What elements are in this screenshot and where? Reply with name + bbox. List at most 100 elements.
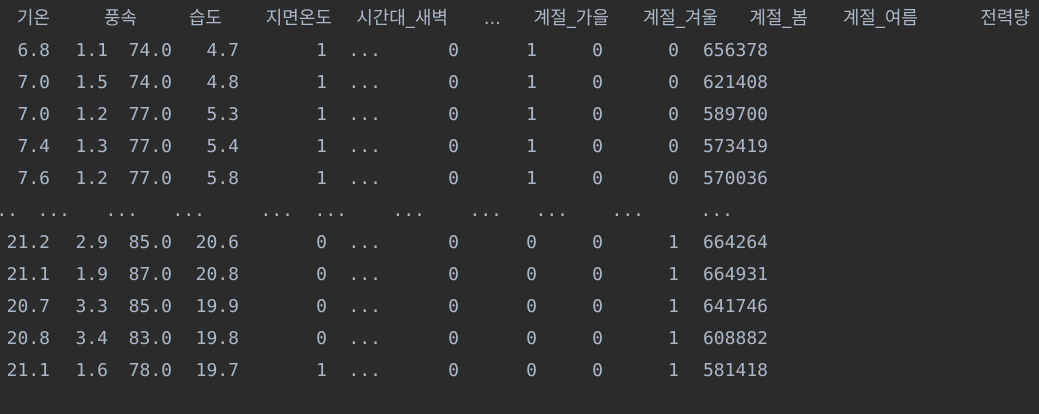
table-cell: 20.6 (195, 232, 239, 253)
table-cell: 19.7 (195, 360, 239, 381)
table-cell: 0 (592, 168, 603, 189)
table-row: 20.7 3.3 85.0 19.9 0... 0 0 0 1 641746 (0, 291, 1039, 323)
table-cell: 0 (592, 264, 603, 285)
table-cell: ... (348, 40, 381, 61)
table-cell: 589700 (702, 104, 768, 125)
table-cell: ... (348, 104, 381, 125)
table-row: 6.8 1.1 74.0 4.7 1... 0 1 0 0 656378 (0, 35, 1039, 67)
console-output: 기온 풍속 습도 지면온도 시간대_새벽... 계절_가을 계절_겨울 계절_봄 계절_여름 전력… (0, 0, 1039, 414)
table-row: 7.0 1.2 77.0 5.3 1... 0 1 0 0 589700 (0, 99, 1039, 131)
table-cell: ... (348, 168, 381, 189)
table-cell: 1 (526, 104, 537, 125)
ellipsis-cell: ... (37, 200, 70, 221)
table-cell: ... (348, 328, 381, 349)
column-header: 계절_여름 (842, 8, 918, 29)
ellipsis-row: ................................ (0, 195, 1039, 227)
table-cell: 77.0 (128, 104, 172, 125)
table-cell: 20.8 (6, 328, 50, 349)
table-cell: 21.1 (6, 360, 50, 381)
column-header: 전력량 (980, 8, 1030, 29)
table-row: 7.6 1.2 77.0 5.8 1... 0 1 0 0 570036 (0, 163, 1039, 195)
table-row: 21.1 1.6 78.0 19.7 1... 0 0 0 1 581418 (0, 355, 1039, 387)
table-cell: 85.0 (128, 232, 172, 253)
table-cell: 7.6 (17, 168, 50, 189)
table-cell: 74.0 (128, 40, 172, 61)
ellipsis-cell: ... (611, 200, 644, 221)
table-cell: 1 (668, 264, 679, 285)
ellipsis-cell: ... (314, 200, 347, 221)
table-cell: 0 (592, 360, 603, 381)
table-cell: 3.4 (75, 328, 108, 349)
table-cell: 641746 (702, 296, 768, 317)
table-cell: 3.3 (75, 296, 108, 317)
table-cell: 0 (526, 360, 537, 381)
column-header: 시간대_새벽 (356, 8, 448, 29)
table-cell: 5.4 (206, 136, 239, 157)
table-cell: 4.7 (206, 40, 239, 61)
table-cell: 5.8 (206, 168, 239, 189)
table-cell: 1.6 (75, 360, 108, 381)
table-cell: 0 (668, 136, 679, 157)
table-cell: 664931 (702, 264, 768, 285)
table-cell: 0 (448, 104, 459, 125)
table-cell: 656378 (702, 40, 768, 61)
table-cell: 0 (316, 264, 327, 285)
ellipsis-cell: .. (0, 200, 18, 221)
table-cell: 581418 (702, 360, 768, 381)
table-row: 7.4 1.3 77.0 5.4 1... 0 1 0 0 573419 (0, 131, 1039, 163)
column-header: 풍속 (103, 8, 137, 29)
table-cell: 0 (592, 136, 603, 157)
table-cell: 5.3 (206, 104, 239, 125)
table-cell: 570036 (702, 168, 768, 189)
column-header: ... (483, 8, 501, 29)
table-cell: 0 (448, 360, 459, 381)
table-cell: ... (348, 136, 381, 157)
table-cell: 1.1 (75, 40, 108, 61)
table-cell: 0 (526, 328, 537, 349)
table-cell: 20.7 (6, 296, 50, 317)
table-cell: 0 (526, 232, 537, 253)
table-cell: 20.8 (195, 264, 239, 285)
table-cell: 1 (526, 72, 537, 93)
table-cell: 1.5 (75, 72, 108, 93)
table-cell: 0 (448, 328, 459, 349)
table-cell: 0 (316, 328, 327, 349)
table-cell: ... (348, 360, 381, 381)
table-header-row: 기온 풍속 습도 지면온도 시간대_새벽... 계절_가을 계절_겨울 계절_봄 계절_여름 전력… (0, 3, 1039, 35)
table-cell: 1 (668, 296, 679, 317)
table-cell: 1 (526, 168, 537, 189)
column-header: 습도 (188, 8, 222, 29)
table-cell: 2.9 (75, 232, 108, 253)
table-cell: 0 (448, 72, 459, 93)
table-cell: 0 (592, 104, 603, 125)
table-cell: 78.0 (128, 360, 172, 381)
ellipsis-cell: ... (469, 200, 502, 221)
table-cell: 7.0 (17, 104, 50, 125)
table-cell: 0 (668, 72, 679, 93)
table-cell: 1 (316, 104, 327, 125)
table-cell: 0 (668, 104, 679, 125)
table-cell: 85.0 (128, 296, 172, 317)
table-cell: 608882 (702, 328, 768, 349)
table-cell: ... (348, 264, 381, 285)
table-cell: 83.0 (128, 328, 172, 349)
ellipsis-cell: ... (260, 200, 293, 221)
table-cell: 1.3 (75, 136, 108, 157)
table-cell: 0 (592, 296, 603, 317)
table-cell: 1 (316, 168, 327, 189)
column-header: 계절_봄 (749, 8, 808, 29)
table-cell: 19.8 (195, 328, 239, 349)
table-row: 21.2 2.9 85.0 20.6 0... 0 0 0 1 664264 (0, 227, 1039, 259)
table-cell: 0 (448, 232, 459, 253)
table-cell: 21.1 (6, 264, 50, 285)
table-cell: 0 (316, 296, 327, 317)
table-cell: 0 (526, 296, 537, 317)
table-cell: 7.0 (17, 72, 50, 93)
table-cell: ... (348, 296, 381, 317)
table-cell: 0 (668, 168, 679, 189)
table-cell: 1 (526, 136, 537, 157)
table-cell: 573419 (702, 136, 768, 157)
table-cell: 0 (668, 40, 679, 61)
table-cell: 0 (448, 136, 459, 157)
table-cell: 74.0 (128, 72, 172, 93)
